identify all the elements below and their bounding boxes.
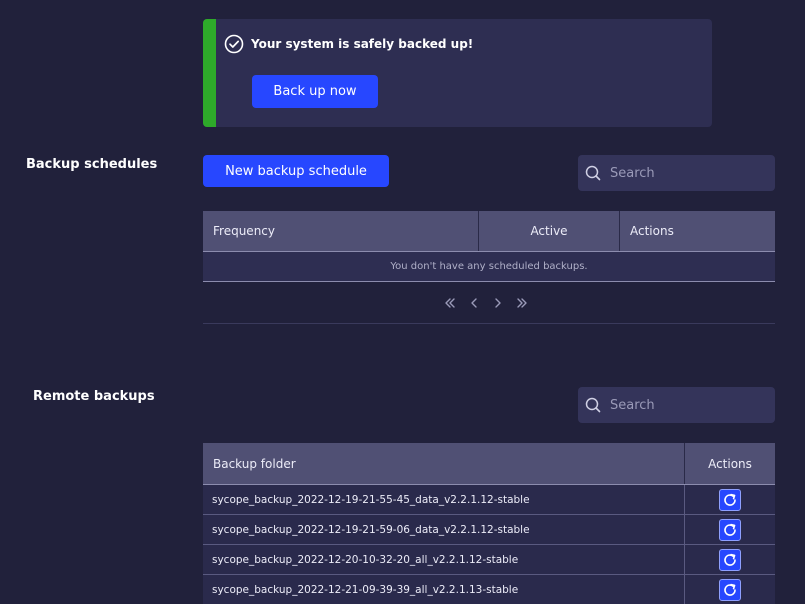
table-row: sycope_backup_2022-12-19-21-59-06_data_v… bbox=[203, 515, 775, 545]
backup-schedules-title: Backup schedules bbox=[26, 157, 158, 172]
search-icon bbox=[585, 397, 601, 413]
schedules-search-input[interactable] bbox=[610, 155, 770, 191]
check-circle-icon bbox=[224, 34, 244, 54]
refresh-icon bbox=[724, 553, 736, 566]
next-page-icon[interactable] bbox=[491, 294, 505, 312]
table-row: sycope_backup_2022-12-19-21-55-45_data_v… bbox=[203, 485, 775, 515]
new-backup-schedule-button[interactable]: New backup schedule bbox=[203, 155, 389, 187]
backup-status-banner: Your system is safely backed up! Back up… bbox=[203, 19, 712, 127]
remote-search-box[interactable] bbox=[578, 387, 775, 423]
table-row: sycope_backup_2022-12-21-09-39-39_all_v2… bbox=[203, 575, 775, 604]
back-up-now-button[interactable]: Back up now bbox=[252, 75, 378, 108]
column-actions: Actions bbox=[708, 456, 752, 471]
section-divider bbox=[203, 323, 775, 324]
refresh-icon bbox=[724, 583, 736, 596]
remote-backups-title: Remote backups bbox=[33, 389, 155, 404]
first-page-icon[interactable] bbox=[443, 294, 457, 312]
restore-button[interactable] bbox=[719, 578, 741, 601]
restore-button[interactable] bbox=[719, 548, 741, 571]
backup-folder-name: sycope_backup_2022-12-19-21-55-45_data_v… bbox=[203, 485, 685, 514]
column-frequency[interactable]: Frequency bbox=[203, 211, 479, 251]
search-icon bbox=[585, 165, 601, 181]
backup-folder-name: sycope_backup_2022-12-21-09-39-39_all_v2… bbox=[203, 575, 685, 604]
schedules-search-box[interactable] bbox=[578, 155, 775, 191]
table-row: sycope_backup_2022-12-20-10-32-20_all_v2… bbox=[203, 545, 775, 575]
last-page-icon[interactable] bbox=[515, 294, 529, 312]
prev-page-icon[interactable] bbox=[467, 294, 481, 312]
schedules-empty-message: You don't have any scheduled backups. bbox=[203, 252, 775, 282]
remote-backups-list: sycope_backup_2022-12-19-21-55-45_data_v… bbox=[203, 485, 775, 604]
backup-folder-name: sycope_backup_2022-12-20-10-32-20_all_v2… bbox=[203, 545, 685, 574]
column-active[interactable]: Active bbox=[479, 211, 620, 251]
status-stripe bbox=[203, 19, 216, 127]
column-backup-folder[interactable]: Backup folder bbox=[203, 443, 685, 484]
schedules-pagination bbox=[443, 294, 529, 312]
schedules-table-header: Frequency Active Actions bbox=[203, 211, 775, 252]
banner-message: Your system is safely backed up! bbox=[251, 37, 474, 51]
remote-table-header: Backup folder Actions bbox=[203, 443, 775, 485]
restore-button[interactable] bbox=[719, 488, 741, 511]
restore-button[interactable] bbox=[719, 518, 741, 541]
column-actions: Actions bbox=[630, 224, 674, 238]
refresh-icon bbox=[724, 493, 736, 506]
remote-search-input[interactable] bbox=[610, 387, 770, 423]
backup-folder-name: sycope_backup_2022-12-19-21-59-06_data_v… bbox=[203, 515, 685, 544]
refresh-icon bbox=[724, 523, 736, 536]
